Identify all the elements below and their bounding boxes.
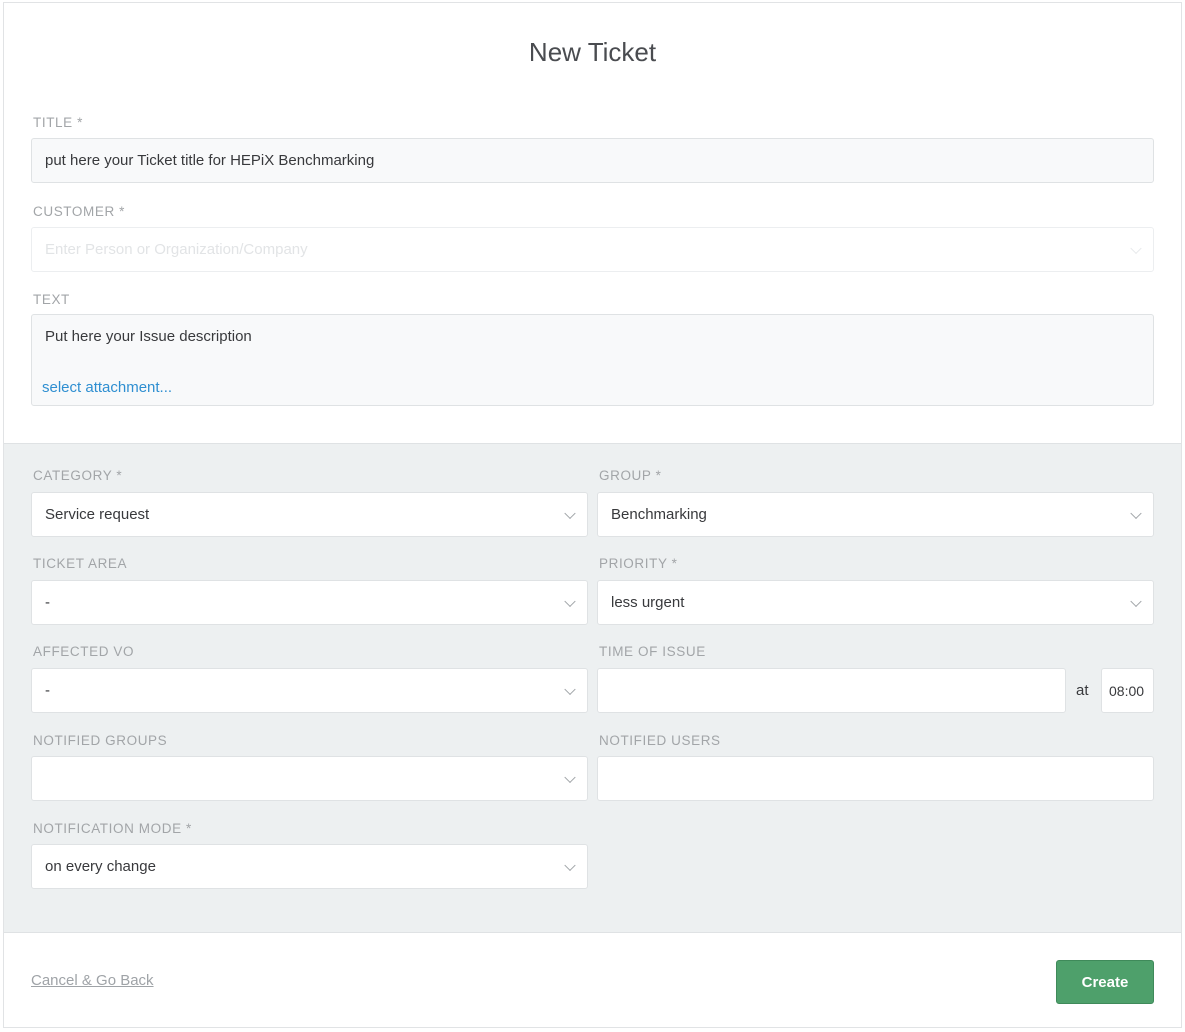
time-at-label: at	[1076, 682, 1089, 699]
notified-groups-select[interactable]	[31, 756, 588, 801]
time-of-issue-time-value: 08:00	[1109, 682, 1145, 699]
customer-label: CUSTOMER *	[33, 204, 126, 219]
notification-mode-select[interactable]: on every change	[31, 844, 588, 889]
group-label: GROUP *	[599, 468, 662, 483]
priority-value: less urgent	[611, 594, 685, 611]
priority-select[interactable]: less urgent	[597, 580, 1154, 625]
chevron-down-icon	[564, 771, 576, 783]
group-select[interactable]: Benchmarking	[597, 492, 1154, 537]
title-input[interactable]: put here your Ticket title for HEPiX Ben…	[31, 138, 1154, 183]
chevron-down-icon	[564, 507, 576, 519]
new-ticket-form: New Ticket TITLE * put here your Ticket …	[3, 2, 1182, 1028]
affected-vo-label: AFFECTED VO	[33, 644, 135, 659]
chevron-down-icon	[1130, 507, 1142, 519]
notified-groups-label: NOTIFIED GROUPS	[33, 733, 168, 748]
notified-users-input[interactable]	[597, 756, 1154, 801]
text-editor-content[interactable]: Put here your Issue description	[45, 328, 252, 345]
category-value: Service request	[45, 506, 150, 523]
customer-placeholder: Enter Person or Organization/Company	[45, 241, 308, 258]
affected-vo-value: -	[45, 682, 50, 699]
time-of-issue-date-input[interactable]	[597, 668, 1066, 713]
notification-mode-label: NOTIFICATION MODE *	[33, 821, 192, 836]
create-button[interactable]: Create	[1056, 960, 1154, 1004]
chevron-down-icon	[564, 683, 576, 695]
chevron-down-icon	[564, 595, 576, 607]
ticket-area-label: TICKET AREA	[33, 556, 128, 571]
ticket-attributes-section: CATEGORY * Service request GROUP * Bench…	[4, 443, 1181, 933]
cancel-go-back-link[interactable]: Cancel & Go Back	[31, 972, 154, 989]
time-of-issue-time-input[interactable]: 08:00	[1101, 668, 1154, 713]
category-label: CATEGORY *	[33, 468, 123, 483]
notification-mode-value: on every change	[45, 858, 156, 875]
group-value: Benchmarking	[611, 506, 707, 523]
notified-users-label: NOTIFIED USERS	[599, 733, 721, 748]
text-editor[interactable]: Put here your Issue description select a…	[31, 314, 1154, 406]
chevron-down-icon	[564, 859, 576, 871]
category-select[interactable]: Service request	[31, 492, 588, 537]
title-label: TITLE *	[33, 115, 83, 130]
chevron-down-icon	[1130, 242, 1142, 254]
ticket-area-value: -	[45, 594, 50, 611]
title-input-value: put here your Ticket title for HEPiX Ben…	[45, 152, 375, 169]
ticket-area-select[interactable]: -	[31, 580, 588, 625]
affected-vo-select[interactable]: -	[31, 668, 588, 713]
text-label: TEXT	[33, 292, 70, 307]
time-of-issue-label: TIME OF ISSUE	[599, 644, 706, 659]
page-title: New Ticket	[528, 37, 657, 67]
chevron-down-icon	[1130, 595, 1142, 607]
priority-label: PRIORITY *	[599, 556, 678, 571]
customer-select[interactable]: Enter Person or Organization/Company	[31, 227, 1154, 272]
select-attachment-link[interactable]: select attachment...	[42, 379, 172, 396]
